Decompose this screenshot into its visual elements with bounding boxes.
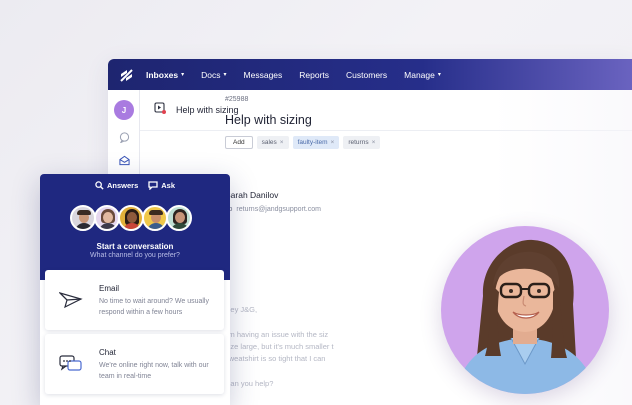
message-line: size large, but it's much smaller t <box>225 342 334 351</box>
chevron-down-icon: ▾ <box>437 72 441 78</box>
nav-docs[interactable]: Docs ▾ <box>201 70 226 80</box>
widget-tabs: Answers Ask <box>40 181 230 190</box>
recipient-address: returns@jandgsupport.com <box>236 206 321 213</box>
team-member-avatar <box>142 205 168 231</box>
sender-name: Sarah Danilov <box>225 190 279 200</box>
tag-chip[interactable]: sales × <box>256 136 289 149</box>
nav-label: Docs <box>201 69 221 80</box>
app-logo-icon[interactable] <box>120 68 133 82</box>
team-member-avatar <box>70 205 96 231</box>
nav-label: Reports <box>299 69 330 80</box>
tag-label: faulty-item <box>297 139 328 146</box>
tab-label: Ask <box>161 181 176 190</box>
recipient-line: Toreturns@jandgsupport.com <box>225 206 321 213</box>
start-conversation-subtitle: What channel do you prefer? <box>90 252 180 259</box>
message-line: Can you help? <box>225 379 274 388</box>
nav-customers[interactable]: Customers <box>346 70 387 80</box>
paper-plane-icon <box>57 290 83 315</box>
ticket-number: #25988 <box>225 96 249 103</box>
email-card-title: Email <box>99 284 120 293</box>
team-member-avatar <box>118 205 144 231</box>
tag-label: sales <box>261 139 277 146</box>
chevron-down-icon: ▾ <box>223 72 227 78</box>
nav-label: Customers <box>346 69 388 80</box>
conversation-status-icon[interactable] <box>154 101 166 119</box>
team-member-avatar <box>94 205 120 231</box>
nav-label: Manage <box>404 69 435 80</box>
chat-channel-card[interactable]: Chat We're online right now, talk with o… <box>45 334 224 394</box>
email-card-description: No time to wait around? We usually respo… <box>99 298 209 316</box>
search-icon <box>95 181 104 190</box>
email-channel-card[interactable]: Email No time to wait around? We usually… <box>45 270 224 330</box>
start-conversation-title: Start a conversation <box>96 242 174 251</box>
tag-list: Add sales × faulty-item × returns × <box>225 136 381 149</box>
chat-card-title: Chat <box>99 348 116 357</box>
message-line: I'm having an issue with the siz <box>225 330 329 339</box>
chat-bubbles-icon <box>59 354 83 379</box>
tag-label: returns <box>348 139 369 146</box>
close-icon[interactable]: × <box>372 139 376 146</box>
inbox-icon[interactable] <box>117 153 131 167</box>
ticket-title: Help with sizing <box>225 113 312 127</box>
widget-header: Answers Ask Start a conversation What ch… <box>40 174 230 280</box>
nav-inboxes[interactable]: Inboxes ▾ <box>146 70 184 80</box>
customer-portrait-photo <box>441 226 609 394</box>
team-avatars <box>70 205 192 231</box>
support-beacon-widget: Answers Ask Start a conversation What ch… <box>40 174 230 405</box>
chat-bubble-icon[interactable] <box>117 130 131 144</box>
add-tag-button[interactable]: Add <box>225 136 253 149</box>
close-icon[interactable]: × <box>331 139 335 146</box>
tab-ask[interactable]: Ask <box>148 181 175 190</box>
tag-chip[interactable]: faulty-item × <box>292 136 340 149</box>
tag-chip[interactable]: returns × <box>343 136 381 149</box>
team-member-avatar <box>166 205 192 231</box>
tab-label: Answers <box>106 181 139 190</box>
chat-bubble-icon <box>148 181 158 190</box>
nav-label: Messages <box>243 69 283 80</box>
nav-reports[interactable]: Reports <box>299 70 329 80</box>
message-line: sweatshirt is so tight that I can <box>225 354 326 363</box>
chat-card-description: We're online right now, talk with our te… <box>99 362 209 380</box>
nav-messages[interactable]: Messages <box>244 70 283 80</box>
nav-label: Inboxes <box>146 69 179 80</box>
nav-manage[interactable]: Manage ▾ <box>404 70 441 80</box>
chevron-down-icon: ▾ <box>181 72 185 78</box>
tab-answers[interactable]: Answers <box>95 181 138 190</box>
top-navigation: Inboxes ▾ Docs ▾ Messages Reports Custom… <box>108 59 632 90</box>
close-icon[interactable]: × <box>280 139 284 146</box>
user-avatar[interactable]: J <box>114 100 134 120</box>
